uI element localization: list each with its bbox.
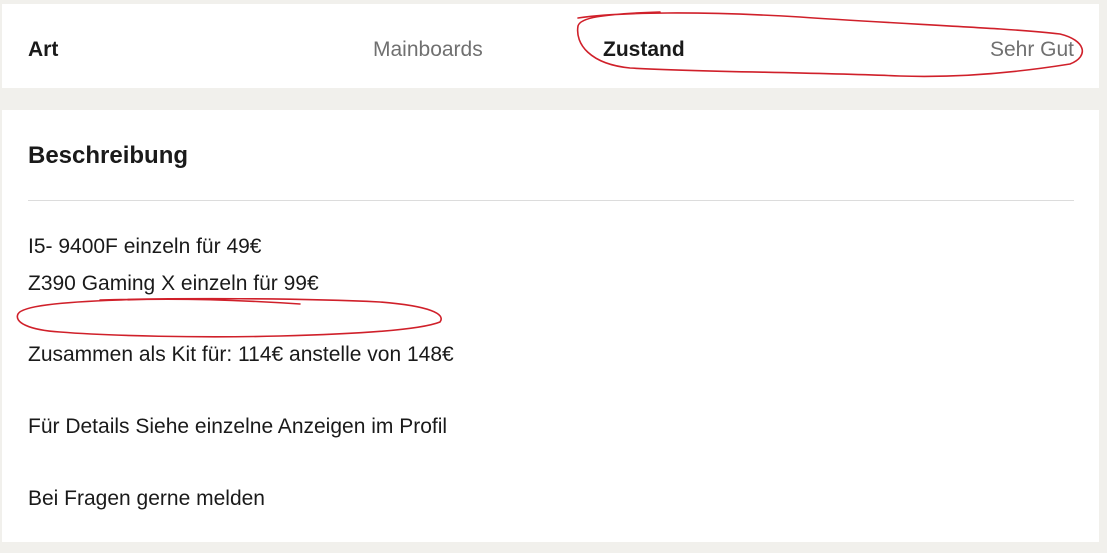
description-divider bbox=[28, 200, 1074, 201]
description-title: Beschreibung bbox=[28, 142, 189, 169]
description-line-kit-price: Zusammen als Kit für: 114€ anstelle von … bbox=[28, 343, 454, 366]
attribute-label-art: Art bbox=[28, 38, 59, 61]
description-card: Beschreibung I5- 9400F einzeln für 49€ Z… bbox=[2, 110, 1099, 542]
description-line-details: Für Details Siehe einzelne Anzeigen im P… bbox=[28, 415, 448, 438]
description-line-contact: Bei Fragen gerne melden bbox=[28, 487, 265, 510]
attribute-value-zustand: Sehr Gut bbox=[989, 38, 1074, 61]
description-line-cpu-price: I5- 9400F einzeln für 49€ bbox=[28, 235, 262, 258]
attribute-label-zustand: Zustand bbox=[603, 38, 685, 61]
attributes-card: Art Mainboards Zustand Sehr Gut bbox=[2, 4, 1099, 88]
attribute-value-art: Mainboards bbox=[373, 38, 483, 61]
description-line-board-price: Z390 Gaming X einzeln für 99€ bbox=[28, 272, 319, 295]
